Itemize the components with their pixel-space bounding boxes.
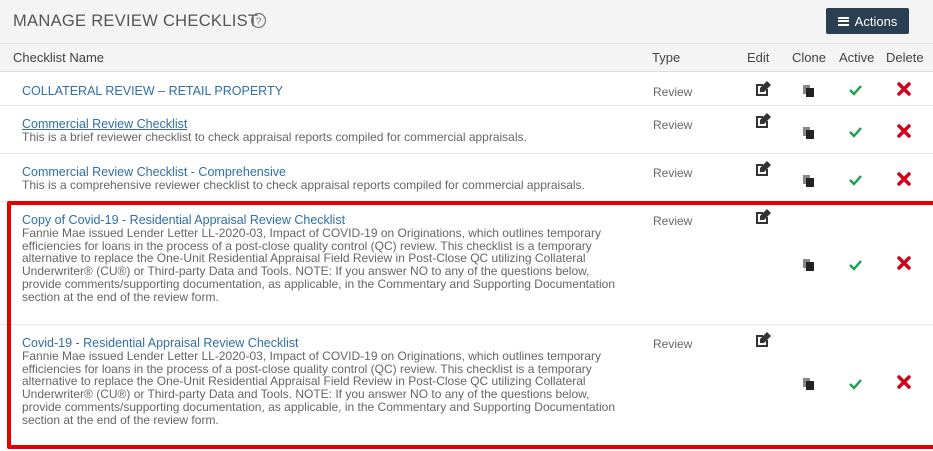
- clone-icon[interactable]: [802, 258, 816, 272]
- page-header: MANAGE REVIEW CHECKLIST ? Actions: [0, 0, 933, 44]
- clone-icon[interactable]: [802, 377, 816, 391]
- checklist-description: This is a comprehensive reviewer checkli…: [22, 177, 585, 192]
- clone-icon[interactable]: [802, 126, 816, 140]
- checklist-type: Review: [653, 337, 693, 351]
- table-header: Checklist Name Type Edit Clone Active De…: [0, 44, 933, 72]
- delete-icon[interactable]: [897, 256, 911, 270]
- column-header-type: Type: [652, 50, 681, 65]
- edit-icon[interactable]: [754, 112, 772, 130]
- table-row: Covid-19 - Residential Appraisal Review …: [0, 325, 933, 447]
- svg-text:?: ?: [256, 17, 262, 28]
- checklist-description-line: provide comments/supporting documentatio…: [22, 399, 616, 414]
- column-header-edit: Edit: [747, 50, 770, 65]
- page-title: MANAGE REVIEW CHECKLIST: [13, 12, 259, 30]
- check-icon[interactable]: [849, 259, 862, 271]
- edit-icon[interactable]: [754, 208, 772, 226]
- delete-icon[interactable]: [897, 124, 911, 138]
- edit-icon[interactable]: [754, 80, 772, 98]
- edit-icon[interactable]: [754, 160, 772, 178]
- checklist-description-line: section at the end of the review form.: [22, 412, 219, 427]
- checklist-description: This is a brief reviewer checklist to ch…: [22, 129, 527, 144]
- table-row: COLLATERAL REVIEW – RETAIL PROPERTY Revi…: [0, 73, 933, 106]
- clone-icon[interactable]: [802, 174, 816, 188]
- clone-icon[interactable]: [802, 84, 816, 98]
- delete-icon[interactable]: [897, 172, 911, 186]
- checklist-name-link[interactable]: Covid-19 - Residential Appraisal Review …: [22, 337, 632, 350]
- column-header-active: Active: [839, 50, 875, 65]
- checklist-description-line: provide comments/supporting documentatio…: [22, 276, 616, 291]
- checklist-type: Review: [653, 166, 693, 180]
- actions-button-label: Actions: [854, 13, 898, 29]
- delete-icon[interactable]: [897, 375, 911, 389]
- table-row: Commercial Review Checklist This is a br…: [0, 106, 933, 154]
- check-icon[interactable]: [849, 126, 862, 138]
- check-icon[interactable]: [849, 174, 862, 186]
- check-icon[interactable]: [849, 378, 862, 390]
- table-row: Commercial Review Checklist - Comprehens…: [0, 154, 933, 202]
- column-header-clone: Clone: [792, 50, 826, 65]
- checklist-name-link[interactable]: COLLATERAL REVIEW – RETAIL PROPERTY: [22, 85, 632, 98]
- checklist-name-link[interactable]: Copy of Covid-19 - Residential Appraisal…: [22, 214, 632, 227]
- delete-icon[interactable]: [897, 82, 911, 96]
- checklist-description-line: Fannie Mae issued Lender Letter LL-2020-…: [22, 225, 601, 240]
- column-header-name: Checklist Name: [13, 50, 105, 65]
- table-row: Copy of Covid-19 - Residential Appraisal…: [0, 202, 933, 325]
- edit-icon[interactable]: [754, 331, 772, 349]
- check-icon[interactable]: [849, 84, 862, 96]
- column-header-delete: Delete: [886, 50, 924, 65]
- checklist-type: Review: [653, 214, 693, 228]
- help-icon[interactable]: ?: [250, 12, 267, 29]
- checklist-description-line: Fannie Mae issued Lender Letter LL-2020-…: [22, 348, 601, 363]
- checklist-type: Review: [653, 118, 693, 132]
- checklist-description-line: section at the end of the review form.: [22, 289, 219, 304]
- menu-icon: [837, 16, 849, 26]
- checklist-type: Review: [653, 85, 693, 99]
- actions-button[interactable]: Actions: [826, 8, 909, 34]
